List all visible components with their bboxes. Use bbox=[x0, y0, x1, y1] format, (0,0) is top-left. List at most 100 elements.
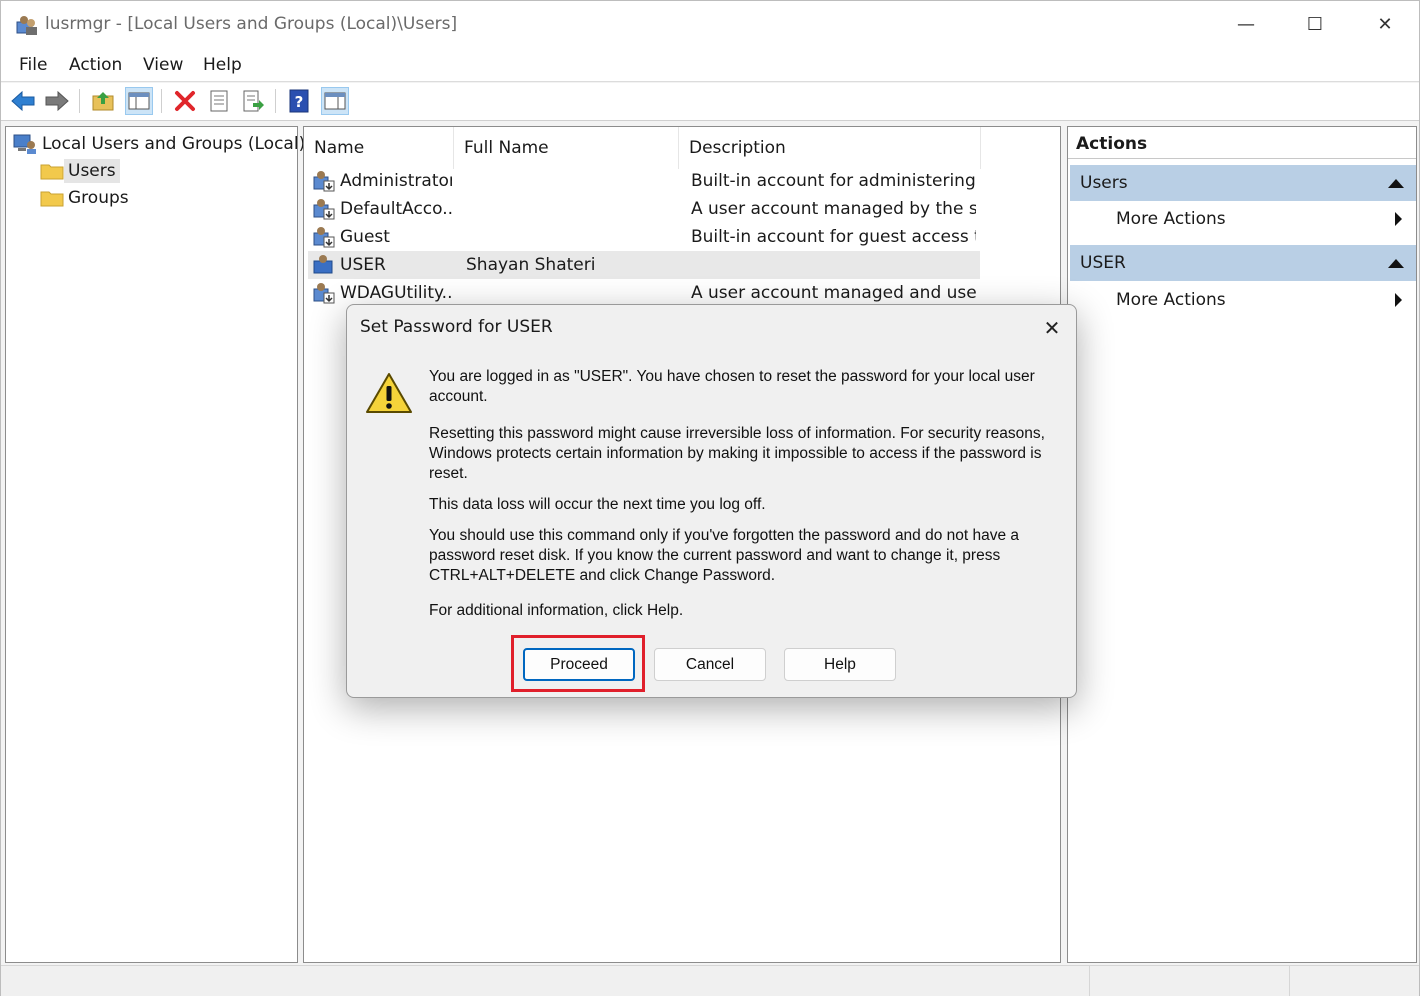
user-icon bbox=[313, 227, 335, 248]
tree-item-users[interactable]: Users bbox=[40, 158, 120, 184]
delete-icon bbox=[175, 91, 195, 111]
show-hide-action-pane-button[interactable] bbox=[321, 87, 349, 115]
export-list-icon bbox=[243, 90, 264, 112]
cell-name: WDAGUtility... bbox=[340, 283, 452, 303]
toolbar-separator bbox=[161, 89, 162, 113]
help-icon: ? bbox=[289, 89, 309, 113]
cell-name: DefaultAcco... bbox=[340, 199, 452, 219]
menu-help[interactable]: Help bbox=[203, 55, 242, 75]
cell-full-name: Shayan Shateri bbox=[466, 255, 596, 275]
table-row[interactable]: WDAGUtility... A user account managed an… bbox=[308, 279, 980, 307]
window-title: lusrmgr - [Local Users and Groups (Local… bbox=[45, 14, 458, 34]
column-header-description-label: Description bbox=[689, 138, 786, 158]
folder-icon bbox=[40, 164, 64, 180]
collapse-up-icon bbox=[1388, 179, 1404, 188]
action-group-user[interactable]: USER bbox=[1070, 245, 1416, 281]
action-group-user-label: USER bbox=[1080, 253, 1126, 273]
maximize-icon: ☐ bbox=[1306, 13, 1324, 35]
svg-text:?: ? bbox=[295, 93, 304, 111]
warning-icon bbox=[366, 373, 412, 413]
show-hide-console-tree-icon bbox=[128, 92, 150, 110]
help-dialog-button[interactable]: Help bbox=[784, 648, 896, 681]
dialog-title: Set Password for USER bbox=[360, 317, 553, 337]
dialog-paragraph: You should use this command only if you'… bbox=[429, 527, 1020, 584]
cell-description: A user account managed by the sy... bbox=[691, 199, 976, 219]
user-icon bbox=[313, 255, 333, 274]
users-app-icon bbox=[16, 16, 37, 35]
table-row[interactable]: Guest Built-in account for guest access … bbox=[308, 223, 980, 251]
action-group-users[interactable]: Users bbox=[1070, 165, 1416, 201]
chevron-right-icon bbox=[1395, 212, 1402, 226]
maximize-button[interactable]: ☐ bbox=[1280, 1, 1350, 47]
column-header-name-label: Name bbox=[314, 138, 365, 158]
minimize-icon: — bbox=[1237, 13, 1255, 35]
forward-button[interactable] bbox=[43, 87, 71, 115]
show-hide-console-tree-button[interactable] bbox=[125, 87, 153, 115]
dialog-paragraph: For additional information, click Help. bbox=[429, 602, 684, 619]
more-actions-users[interactable]: More Actions bbox=[1116, 209, 1416, 229]
action-group-users-label: Users bbox=[1080, 173, 1128, 193]
actions-pane: Actions Users More Actions USER More Act… bbox=[1067, 126, 1417, 963]
delete-button[interactable] bbox=[171, 87, 199, 115]
more-actions-label: More Actions bbox=[1116, 209, 1226, 229]
table-row[interactable]: DefaultAcco... A user account managed by… bbox=[308, 195, 980, 223]
cancel-button[interactable]: Cancel bbox=[654, 648, 766, 681]
dialog-close-button[interactable]: ✕ bbox=[1035, 313, 1069, 343]
menu-file[interactable]: File bbox=[19, 55, 47, 75]
toolbar: ? bbox=[1, 83, 1419, 121]
menu-action[interactable]: Action bbox=[69, 55, 122, 75]
back-arrow-icon bbox=[11, 90, 35, 112]
up-folder-icon bbox=[92, 92, 114, 111]
minimize-button[interactable]: — bbox=[1211, 1, 1281, 47]
cell-name: Administrator bbox=[340, 171, 452, 191]
properties-button[interactable] bbox=[205, 87, 233, 115]
user-icon bbox=[313, 171, 335, 192]
column-header-name[interactable]: Name bbox=[304, 127, 454, 169]
menu-view[interactable]: View bbox=[143, 55, 183, 75]
more-actions-label: More Actions bbox=[1116, 290, 1226, 310]
menu-bar: File Action View Help bbox=[1, 49, 1419, 82]
chevron-right-icon bbox=[1395, 293, 1402, 307]
tree-item-users-label: Users bbox=[64, 159, 120, 183]
close-icon: ✕ bbox=[1377, 13, 1393, 35]
status-divider bbox=[1089, 966, 1090, 996]
collapse-up-icon bbox=[1388, 259, 1404, 268]
properties-icon bbox=[210, 90, 228, 112]
back-button[interactable] bbox=[9, 87, 37, 115]
set-password-dialog: Set Password for USER ✕ You are logged i… bbox=[346, 304, 1077, 698]
status-bar bbox=[1, 965, 1419, 996]
close-window-button[interactable]: ✕ bbox=[1350, 1, 1420, 47]
tree-item-groups-label: Groups bbox=[68, 188, 129, 208]
user-icon bbox=[313, 283, 335, 304]
show-hide-action-pane-icon bbox=[324, 92, 346, 110]
cell-name: USER bbox=[340, 255, 386, 275]
folder-icon bbox=[40, 191, 64, 207]
cell-description: A user account managed and used... bbox=[691, 283, 976, 303]
actions-title: Actions bbox=[1068, 127, 1416, 159]
column-header-full-name[interactable]: Full Name bbox=[454, 127, 679, 169]
proceed-button[interactable]: Proceed bbox=[523, 648, 635, 681]
tree-root[interactable]: Local Users and Groups (Local) bbox=[12, 131, 309, 157]
cell-description: Built-in account for guest access t... bbox=[691, 227, 976, 247]
more-actions-user[interactable]: More Actions bbox=[1116, 290, 1416, 310]
cell-description: Built-in account for administering ... bbox=[691, 171, 976, 191]
user-icon bbox=[313, 199, 335, 220]
column-header-description[interactable]: Description bbox=[679, 127, 981, 169]
toolbar-separator bbox=[79, 89, 80, 113]
status-divider bbox=[1289, 966, 1290, 996]
export-list-button[interactable] bbox=[239, 87, 267, 115]
close-icon: ✕ bbox=[1043, 316, 1061, 340]
help-button[interactable]: ? bbox=[285, 87, 313, 115]
dialog-paragraph: This data loss will occur the next time … bbox=[429, 496, 766, 513]
console-tree: Local Users and Groups (Local) Users Gro… bbox=[5, 126, 305, 963]
dialog-paragraph: You are logged in as "USER". You have ch… bbox=[429, 368, 1035, 405]
forward-arrow-icon bbox=[45, 90, 69, 112]
title-bar: lusrmgr - [Local Users and Groups (Local… bbox=[1, 1, 1419, 49]
cell-name: Guest bbox=[340, 227, 390, 247]
tree-item-groups[interactable]: Groups bbox=[40, 185, 133, 211]
table-row-selected[interactable]: USER Shayan Shateri bbox=[308, 251, 980, 279]
table-row[interactable]: Administrator Built-in account for admin… bbox=[308, 167, 980, 195]
up-one-level-button[interactable] bbox=[89, 87, 117, 115]
tree-root-label: Local Users and Groups (Local) bbox=[42, 134, 306, 154]
column-header-full-name-label: Full Name bbox=[464, 138, 549, 158]
